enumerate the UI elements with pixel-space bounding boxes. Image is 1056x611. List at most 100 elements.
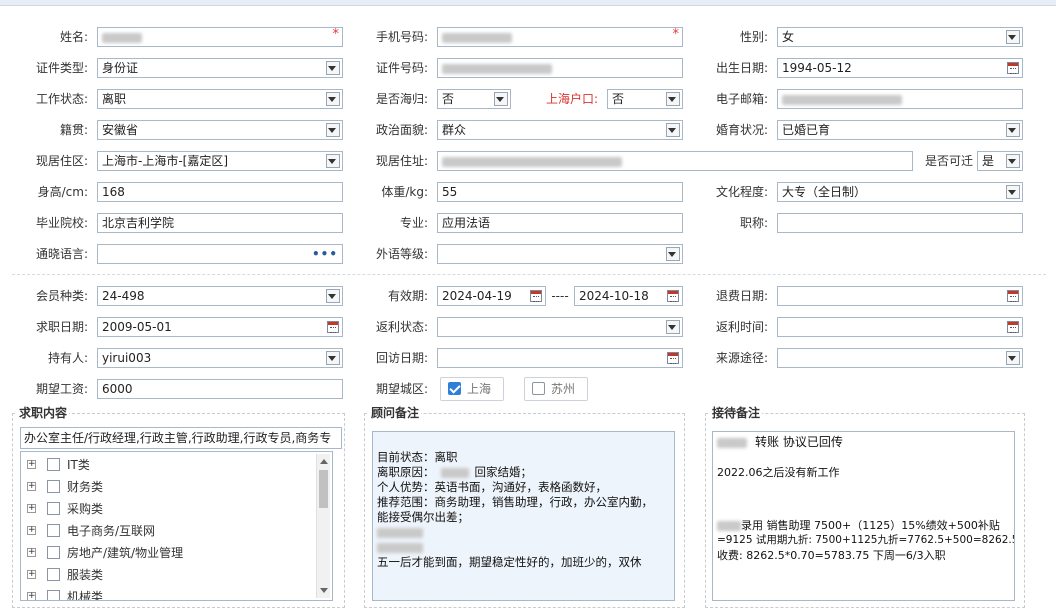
idnum-field[interactable] bbox=[437, 58, 683, 78]
address-field[interactable] bbox=[437, 151, 913, 171]
shanghai-hukou-label: 上海户口: bbox=[545, 92, 598, 106]
foreign-level-label: 外语等级: bbox=[375, 247, 428, 261]
expand-plus-icon[interactable]: + bbox=[27, 548, 36, 557]
scroll-thumb[interactable] bbox=[319, 470, 328, 508]
calendar-icon[interactable] bbox=[530, 290, 542, 302]
reception-notes-textarea[interactable]: 转账 协议已回传 2022.06之后没有新工作 录用 销售助理 7500+（11… bbox=[712, 431, 1015, 601]
city-label: 期望城区: bbox=[375, 382, 428, 396]
foreign-level-select[interactable] bbox=[437, 244, 683, 264]
gender-select[interactable]: 女 bbox=[777, 27, 1023, 47]
note-line: 目前状态：离职 bbox=[377, 450, 458, 464]
email-field[interactable] bbox=[777, 89, 1023, 109]
school-label: 毕业院校: bbox=[35, 216, 88, 230]
top-bar bbox=[0, 0, 1056, 6]
education-select[interactable]: 大专（全日制） bbox=[777, 182, 1023, 202]
checkbox-icon[interactable] bbox=[47, 480, 60, 493]
tree-item-finance[interactable]: + 财务类 bbox=[27, 477, 317, 497]
member-type-select[interactable]: 24-498 bbox=[97, 286, 343, 306]
major-field[interactable]: 应用法语 bbox=[437, 213, 683, 233]
note-line: =9125 试用期九折: 7500+1125九折=7762.5+500=8262… bbox=[717, 534, 1015, 546]
height-field[interactable]: 168 bbox=[97, 182, 343, 202]
salary-field[interactable]: 6000 bbox=[97, 379, 343, 399]
note-line: 个人优势：英语书面，沟通好，表格函数好， bbox=[377, 480, 607, 494]
language-field[interactable]: ••• bbox=[97, 244, 343, 264]
calendar-icon[interactable] bbox=[1007, 62, 1019, 74]
checkbox-icon[interactable] bbox=[47, 568, 60, 581]
tree-item-ecommerce[interactable]: + 电子商务/互联网 bbox=[27, 521, 317, 541]
valid-to-field[interactable]: 2024-10-18 bbox=[574, 286, 683, 306]
note-blank-line bbox=[717, 495, 1010, 510]
job-summary-field[interactable]: 办公室主任/行政经理,行政主管,行政助理,行政专员,商务专 bbox=[20, 427, 342, 449]
more-icon[interactable]: ••• bbox=[312, 245, 338, 263]
marital-select[interactable]: 已婚已育 bbox=[777, 120, 1023, 140]
visit-date-field[interactable] bbox=[437, 348, 683, 368]
tree-item-it[interactable]: + IT类 bbox=[27, 455, 317, 475]
job-content-title: 求职内容 bbox=[17, 406, 70, 420]
city-checkbox-suzhou[interactable]: 苏州 bbox=[524, 377, 588, 401]
checkbox-icon[interactable] bbox=[47, 590, 60, 600]
idtype-select[interactable]: 身份证 bbox=[97, 58, 343, 78]
scroll-down-icon[interactable] bbox=[320, 588, 328, 593]
expand-plus-icon[interactable]: + bbox=[27, 460, 36, 469]
expand-plus-icon[interactable]: + bbox=[27, 570, 36, 579]
title-field[interactable] bbox=[777, 213, 1023, 233]
tree-item-machinery[interactable]: + 机械类 bbox=[27, 587, 317, 600]
native-label: 籍贯: bbox=[59, 123, 88, 137]
required-icon: * bbox=[332, 27, 340, 42]
chevron-down-icon bbox=[328, 356, 336, 361]
scroll-up-icon[interactable] bbox=[320, 459, 328, 464]
expand-plus-icon[interactable]: + bbox=[27, 526, 36, 535]
source-select[interactable] bbox=[777, 348, 1023, 368]
calendar-icon[interactable] bbox=[327, 321, 339, 333]
calendar-icon[interactable] bbox=[667, 352, 679, 364]
idnum-label: 证件号码: bbox=[375, 61, 428, 75]
city-checkbox-shanghai[interactable]: 上海 bbox=[440, 377, 504, 401]
rebate-time-field[interactable] bbox=[777, 317, 1023, 337]
tree-item-realestate[interactable]: + 房地产/建筑/物业管理 bbox=[27, 543, 317, 563]
member-type-label: 会员种类: bbox=[35, 289, 88, 303]
checkbox-icon[interactable] bbox=[47, 524, 60, 537]
job-category-tree[interactable]: + IT类 + 财务类 + 采购类 + 电子商务/互联网 + 房地产/建筑/物业管理 + 服… bbox=[20, 451, 333, 601]
calendar-icon[interactable] bbox=[667, 290, 679, 302]
source-label: 来源途径: bbox=[715, 351, 768, 365]
marital-label: 婚育状况: bbox=[715, 123, 768, 137]
expand-plus-icon[interactable]: + bbox=[27, 592, 36, 600]
residence-select[interactable]: 上海市-上海市-[嘉定区] bbox=[97, 151, 343, 171]
checkbox-icon[interactable] bbox=[47, 458, 60, 471]
political-select[interactable]: 群众 bbox=[437, 120, 683, 140]
valid-from-field[interactable]: 2024-04-19 bbox=[437, 286, 546, 306]
phone-field[interactable]: * bbox=[437, 27, 683, 47]
apply-date-field[interactable]: 2009-05-01 bbox=[97, 317, 343, 337]
workstatus-select[interactable]: 离职 bbox=[97, 89, 343, 109]
valid-label: 有效期: bbox=[387, 289, 428, 303]
shanghai-hukou-select[interactable]: 否 bbox=[607, 89, 683, 109]
title-label: 职称: bbox=[739, 216, 768, 230]
gender-label: 性别: bbox=[739, 30, 768, 44]
tree-item-apparel[interactable]: + 服装类 bbox=[27, 565, 317, 585]
checkbox-icon[interactable] bbox=[47, 546, 60, 559]
checkbox-icon[interactable] bbox=[47, 502, 60, 515]
email-label: 电子邮箱: bbox=[715, 92, 768, 106]
holder-select[interactable]: yirui003 bbox=[97, 348, 343, 368]
tree-scrollbar[interactable] bbox=[316, 454, 330, 598]
expand-plus-icon[interactable]: + bbox=[27, 504, 36, 513]
native-select[interactable]: 安徽省 bbox=[97, 120, 343, 140]
tree-item-purchasing[interactable]: + 采购类 bbox=[27, 499, 317, 519]
name-field[interactable]: * bbox=[97, 27, 343, 47]
idtype-label: 证件类型: bbox=[35, 61, 88, 75]
calendar-icon[interactable] bbox=[1007, 290, 1019, 302]
expand-plus-icon[interactable]: + bbox=[27, 482, 36, 491]
refund-date-field[interactable] bbox=[777, 286, 1023, 306]
weight-field[interactable]: 55 bbox=[437, 182, 683, 202]
advisor-notes-textarea[interactable]: 目前状态：离职 离职原因： 回家结婚； 个人优势：英语书面，沟通好，表格函数好， … bbox=[372, 431, 675, 601]
school-field[interactable]: 北京吉利学院 bbox=[97, 213, 343, 233]
calendar-icon[interactable] bbox=[1007, 321, 1019, 333]
note-line bbox=[377, 540, 670, 555]
rebate-status-select[interactable] bbox=[437, 317, 683, 337]
required-icon: * bbox=[672, 27, 680, 42]
relocate-select[interactable]: 是 bbox=[977, 151, 1023, 171]
rebate-status-label: 返利状态: bbox=[375, 320, 428, 334]
chevron-down-icon bbox=[328, 159, 336, 164]
birth-date-field[interactable]: 1994-05-12 bbox=[777, 58, 1023, 78]
returnee-select[interactable]: 否 bbox=[437, 89, 511, 109]
